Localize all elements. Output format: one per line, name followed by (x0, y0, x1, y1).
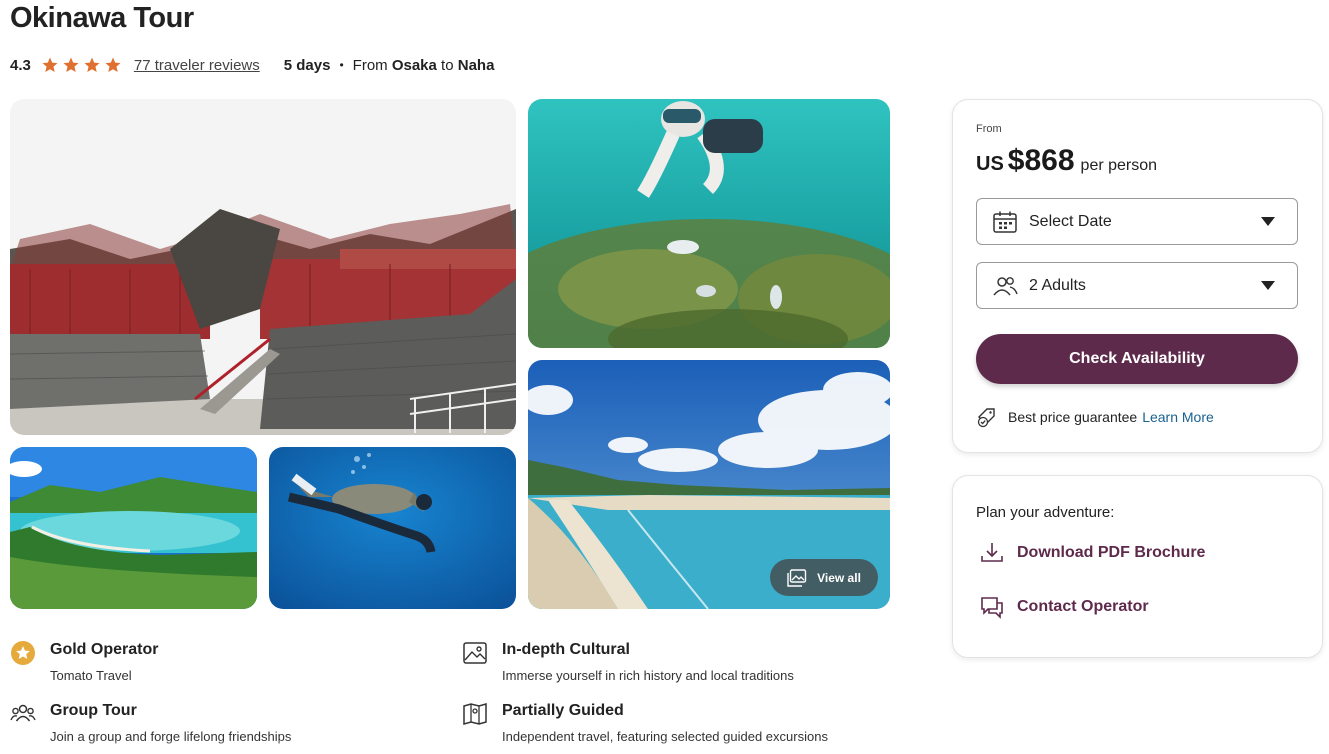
calendar-icon (993, 211, 1017, 233)
download-brochure-link[interactable]: Download PDF Brochure (979, 540, 1205, 566)
bay-photo[interactable] (10, 447, 257, 609)
image-icon (463, 642, 487, 664)
star-icon (105, 57, 121, 73)
travelers-select[interactable]: 2 Adults (976, 262, 1298, 309)
bottom-fade (0, 740, 1329, 754)
contact-operator-label: Contact Operator (1017, 598, 1149, 615)
download-brochure-label: Download PDF Brochure (1017, 544, 1206, 561)
route-from-prefix: From (352, 56, 388, 74)
chat-icon (981, 597, 1003, 619)
date-select[interactable]: Select Date (976, 198, 1298, 245)
chevron-down-icon (1261, 217, 1275, 226)
turtle-photo[interactable] (269, 447, 516, 609)
gold-badge-icon (11, 641, 35, 665)
view-all-button[interactable]: View all (770, 559, 878, 596)
plan-title: Plan your adventure: (976, 504, 1115, 521)
gallery-icon (787, 568, 807, 587)
best-price-guarantee: Best price guarantee Learn More (976, 406, 1214, 428)
page-title: Okinawa Tour (10, 2, 194, 34)
price: US $868 per person (976, 144, 1157, 178)
route-from: Osaka (391, 56, 437, 74)
check-availability-button[interactable]: Check Availability (976, 334, 1298, 384)
view-all-label: View all (817, 570, 861, 585)
price-from-label: From (976, 123, 1002, 135)
tour-meta: 4.3 77 traveler reviews 5 days • From Os… (10, 55, 494, 75)
booking-card: From US $868 per person Select Date 2 Ad… (952, 99, 1323, 453)
feature-title: Gold Operator (50, 641, 159, 658)
travelers-select-value: 2 Adults (1029, 276, 1086, 294)
feature-title: In-depth Cultural (502, 641, 630, 658)
feature-title: Group Tour (50, 702, 137, 719)
star-icon (42, 57, 58, 73)
plan-adventure-card: Plan your adventure: Download PDF Brochu… (952, 475, 1323, 658)
tour-duration: 5 days (283, 56, 331, 74)
group-icon (10, 704, 36, 722)
date-select-value: Select Date (1029, 212, 1112, 230)
chevron-down-icon (1261, 281, 1275, 290)
feature-subtitle: Tomato Travel (50, 668, 132, 683)
price-amount: $868 (1007, 144, 1075, 177)
route-to-prefix: to (441, 56, 454, 74)
tour-route: From Osaka to Naha (353, 57, 495, 74)
price-tag-icon (977, 408, 995, 428)
star-icon (63, 57, 79, 73)
price-per-label: per person (1080, 157, 1158, 174)
meta-separator: • (339, 58, 344, 72)
feature-subtitle: Immerse yourself in rich history and loc… (502, 668, 794, 683)
price-currency: US (976, 153, 1004, 175)
rating-value: 4.3 (10, 56, 31, 74)
download-icon (981, 543, 1003, 562)
castle-photo[interactable] (10, 99, 516, 435)
guarantee-label: Best price guarantee (1008, 409, 1138, 425)
contact-operator-link[interactable]: Contact Operator (979, 594, 1149, 620)
star-icon (84, 57, 100, 73)
rating-stars (41, 56, 122, 74)
snorkel-photo[interactable] (528, 99, 890, 348)
tour-page: Okinawa Tour 4.3 77 traveler reviews 5 d… (0, 0, 1329, 754)
feature-title: Partially Guided (502, 702, 624, 719)
reviews-link[interactable]: 77 traveler reviews (134, 57, 260, 74)
learn-more-link[interactable]: Learn More (1142, 409, 1214, 425)
people-icon (993, 276, 1018, 295)
route-to: Naha (457, 56, 495, 74)
map-icon (463, 703, 487, 725)
